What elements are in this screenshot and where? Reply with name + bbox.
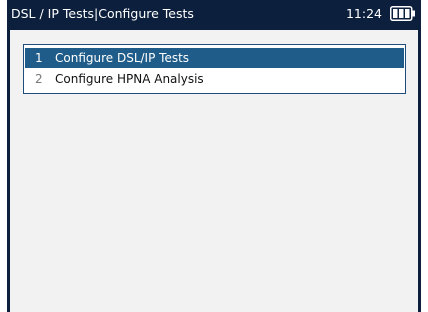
clock: 11:24 (345, 6, 382, 21)
battery-icon (390, 6, 415, 21)
content-area: 1 Configure DSL/IP Tests 2 Configure HPN… (10, 30, 418, 312)
menu-item-configure-hpna-analysis[interactable]: 2 Configure HPNA Analysis (25, 69, 404, 89)
page-title: DSL / IP Tests|Configure Tests (11, 6, 194, 21)
menu-item-label: Configure HPNA Analysis (55, 72, 204, 86)
configure-tests-menu: 1 Configure DSL/IP Tests 2 Configure HPN… (23, 44, 406, 94)
menu-item-label: Configure DSL/IP Tests (55, 51, 190, 65)
menu-item-number: 2 (35, 72, 43, 86)
title-bar: DSL / IP Tests|Configure Tests 11:24 (7, 0, 421, 30)
menu-item-number: 1 (35, 51, 43, 65)
device-screen: DSL / IP Tests|Configure Tests 11:24 1 C… (7, 0, 421, 312)
menu-item-configure-dsl-ip-tests[interactable]: 1 Configure DSL/IP Tests (25, 48, 404, 68)
